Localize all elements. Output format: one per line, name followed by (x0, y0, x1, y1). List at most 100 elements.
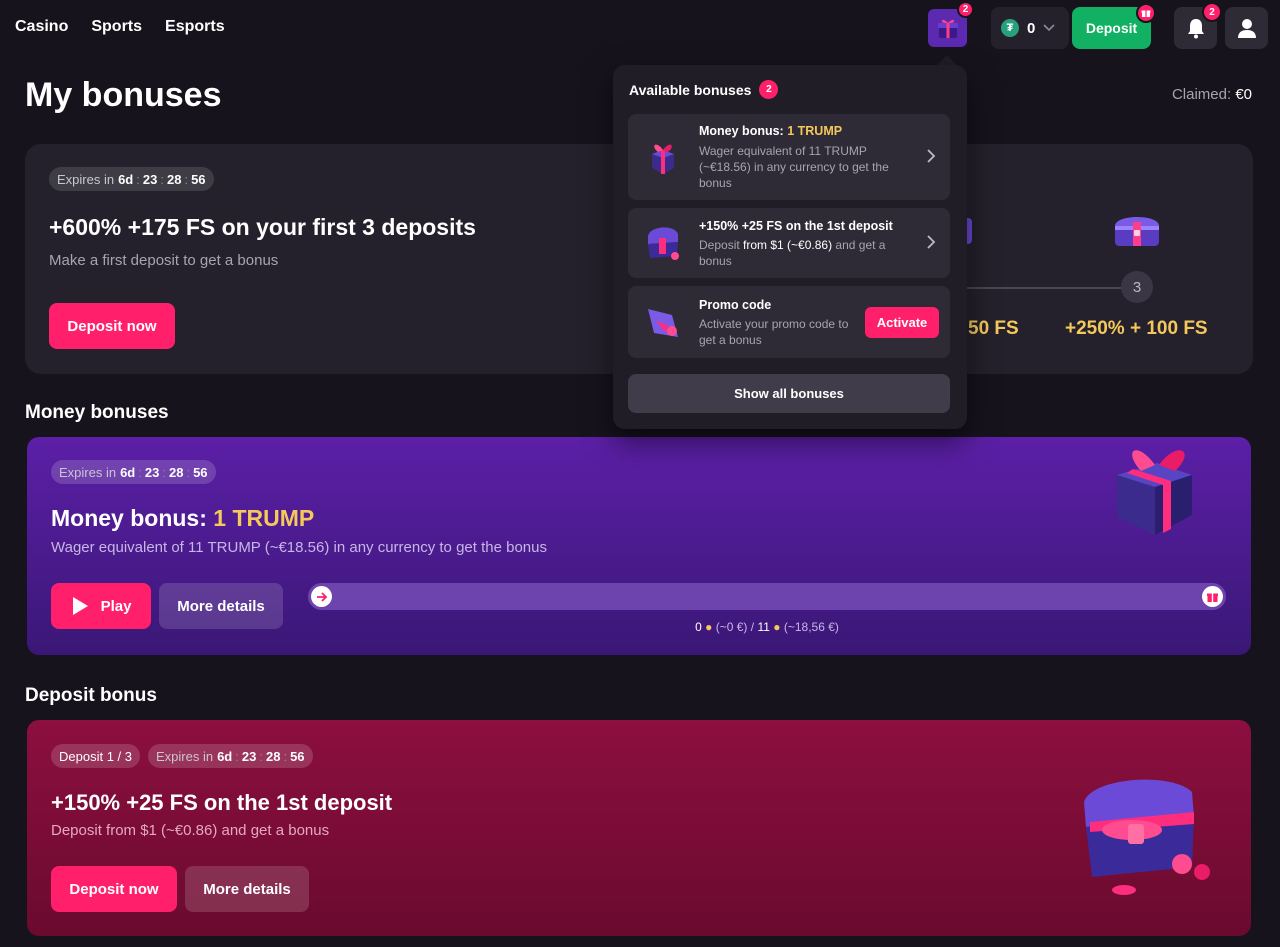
page-title: My bonuses (25, 76, 222, 114)
main-nav: Casino Sports Esports (15, 18, 225, 36)
expiry-timer: Expires in 6d: 23: 28: 56 (148, 744, 313, 768)
notifications-badge: 2 (1202, 2, 1222, 22)
progress-total-eur: (~18,56 €) (783, 620, 839, 634)
popup-item-money-bonus[interactable]: Money bonus: 1 TRUMP Wager equivalent of… (628, 114, 950, 200)
gift-badge: 2 (957, 1, 974, 18)
coin-icon: ● (705, 620, 713, 634)
deposit-step-pill: Deposit 1 / 3 (51, 744, 140, 768)
treasure-chest-illustration (1084, 779, 1210, 895)
popup-item-title-amount: 1 TRUMP (787, 124, 843, 138)
money-bonuses-heading: Money bonuses (25, 402, 169, 423)
step-3-reward: +250% + 100 FS (1065, 318, 1208, 339)
claimed-label: Claimed: (1171, 86, 1232, 103)
deposit-bonus-title: +150% +25 FS on the 1st deposit (51, 790, 393, 815)
popup-item-desc: Activate your promo code to get a bonus (699, 317, 849, 347)
balance-selector[interactable]: ₮ 0 (991, 7, 1069, 49)
claimed-value: €0 (1235, 86, 1252, 103)
timer-minutes: 28 (168, 464, 184, 480)
popup-item-deposit-bonus[interactable]: +150% +25 FS on the 1st deposit Deposit … (628, 208, 950, 278)
popup-item-desc-amount: from $1 (~€0.86) (743, 238, 833, 252)
popup-item-title: Money bonus: 1 TRUMP (699, 124, 842, 138)
top-navigation: Casino Sports Esports 2 ₮ 0 Deposit 2 (0, 0, 1280, 56)
step-3-marker: 3 (1121, 271, 1153, 303)
timer-days: 6d (217, 748, 233, 764)
deposit-gift-badge (1136, 3, 1156, 23)
timer-hours: 23 (241, 748, 257, 764)
popup-item-title-prefix: Money bonus: (699, 124, 784, 138)
play-button[interactable]: Play (51, 583, 151, 629)
money-bonus-title-amount: 1 TRUMP (213, 505, 315, 531)
timer-hours: 23 (142, 171, 158, 187)
welcome-bonus-title: +600% +175 FS on your first 3 deposits (49, 214, 476, 240)
play-label: Play (100, 597, 132, 615)
money-bonus-title: Money bonus: 1 TRUMP (51, 505, 314, 532)
timer-seconds: 56 (290, 748, 305, 764)
money-bonus-card: Expires in 6d: 23: 28: 56 Money bonus: 1… (27, 437, 1251, 655)
expires-label: Expires in (59, 464, 117, 480)
welcome-bonus-subtitle: Make a first deposit to get a bonus (49, 252, 279, 269)
expires-label: Expires in (156, 748, 214, 764)
popup-item-desc: Deposit from $1 (~€0.86) and get a bonus (699, 237, 914, 269)
nav-esports[interactable]: Esports (165, 18, 225, 36)
deposit-bonus-card: Deposit 1 / 3 Expires in 6d: 23: 28: 56 … (27, 720, 1251, 936)
gift-thumbnail-icon (652, 144, 674, 174)
progress-end-marker (1202, 586, 1223, 607)
more-details-button[interactable]: More details (159, 583, 283, 629)
expires-label: Expires in (57, 171, 115, 187)
bonuses-gift-button[interactable]: 2 (928, 1, 974, 47)
money-bonus-title-prefix: Money bonus: (51, 505, 207, 531)
deposit-now-button[interactable]: Deposit now (49, 303, 175, 349)
progress-current: 0 (695, 620, 702, 634)
expiry-timer: Expires in 6d: 23: 28: 56 (51, 460, 216, 484)
progress-start-marker (311, 586, 332, 607)
show-all-bonuses-button[interactable]: Show all bonuses (628, 374, 950, 413)
timer-days: 6d (120, 464, 136, 480)
chevron-right-icon (927, 149, 936, 163)
promo-ticket-icon (648, 309, 678, 337)
timer-hours: 23 (144, 464, 160, 480)
balance-value: 0 (1027, 19, 1036, 37)
timer-minutes: 28 (265, 748, 281, 764)
popup-title: Available bonuses 2 (629, 80, 779, 99)
popup-item-desc-a: Deposit (699, 238, 740, 252)
popup-item-title: +150% +25 FS on the 1st deposit (699, 219, 893, 233)
deposit-bonus-subtitle: Deposit from $1 (~€0.86) and get a bonus (51, 822, 330, 839)
popup-title-text: Available bonuses (629, 81, 752, 98)
steps-progress-line (965, 287, 1135, 289)
coin-icon: ● (773, 620, 781, 634)
gift-small-icon (1141, 10, 1151, 17)
chevron-down-icon (1043, 24, 1055, 32)
nav-casino[interactable]: Casino (15, 18, 68, 36)
wager-progress-text: 0 ● (~0 €) / 11 ● (~18,56 €) (695, 620, 839, 634)
wager-progress-bar (308, 583, 1226, 610)
expiry-timer: Expires in 6d: 23: 28: 56 (49, 167, 214, 191)
timer-seconds: 56 (193, 464, 208, 480)
user-icon (1237, 19, 1256, 38)
chevron-right-icon (927, 235, 936, 249)
popup-count-badge: 2 (759, 80, 779, 99)
gift-icon (1207, 593, 1218, 602)
nav-sports[interactable]: Sports (91, 18, 142, 36)
bell-icon (1187, 19, 1204, 39)
progress-total: 11 (757, 620, 770, 634)
timer-days: 6d (118, 171, 134, 187)
available-bonuses-popup: Available bonuses 2 Money bonus: 1 TRUMP… (613, 65, 967, 429)
money-bonus-subtitle: Wager equivalent of 11 TRUMP (~€18.56) i… (51, 539, 547, 556)
popup-item-title: Promo code (699, 298, 772, 312)
more-details-button[interactable]: More details (185, 866, 309, 912)
claimed-total: Claimed: €0 (1172, 86, 1252, 103)
chest-step3-icon (1115, 217, 1159, 246)
activate-promo-button[interactable]: Activate (865, 307, 939, 338)
arrow-right-icon (316, 591, 327, 602)
popup-item-desc: Wager equivalent of 11 TRUMP (~€18.56) i… (699, 144, 889, 190)
usdt-icon: ₮ (1001, 19, 1019, 37)
gift-box-illustration (1117, 450, 1192, 535)
notifications-button[interactable]: 2 (1174, 2, 1222, 49)
progress-current-eur: (~0 €) (715, 620, 748, 634)
popup-item-promo-code: Promo code Activate your promo code to g… (628, 286, 950, 358)
chest-thumbnail-icon (648, 227, 679, 260)
deposit-now-button[interactable]: Deposit now (51, 866, 177, 912)
gift-icon (937, 19, 958, 38)
profile-button[interactable] (1225, 7, 1268, 49)
play-icon (72, 597, 88, 615)
